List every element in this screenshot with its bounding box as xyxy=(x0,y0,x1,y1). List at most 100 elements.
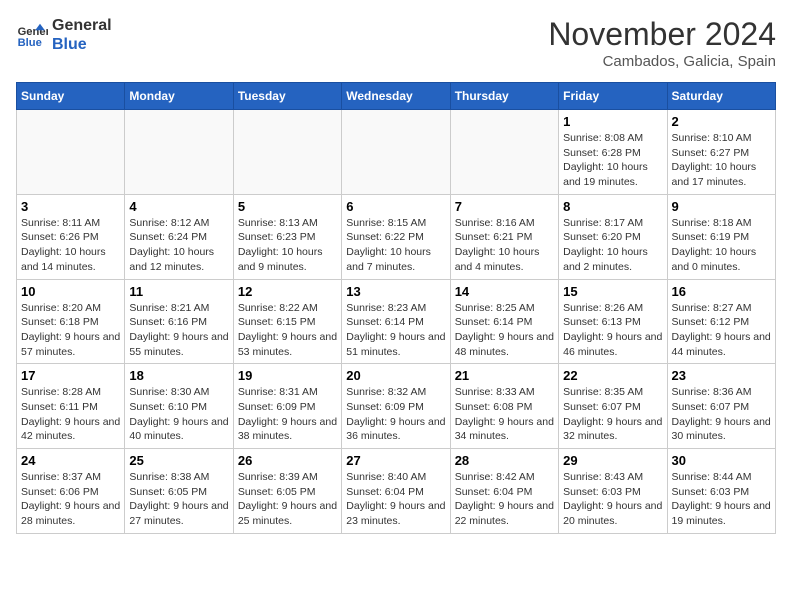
day-info: Sunrise: 8:13 AM Sunset: 6:23 PM Dayligh… xyxy=(238,216,337,275)
location: Cambados, Galicia, Spain xyxy=(548,53,776,70)
day-info: Sunrise: 8:33 AM Sunset: 6:08 PM Dayligh… xyxy=(455,385,554,444)
day-number: 24 xyxy=(21,453,120,468)
day-cell: 5 Sunrise: 8:13 AM Sunset: 6:23 PM Daylig… xyxy=(233,194,341,279)
day-number: 1 xyxy=(563,114,662,129)
day-number: 21 xyxy=(455,368,554,383)
day-number: 27 xyxy=(346,453,445,468)
day-number: 16 xyxy=(672,284,771,299)
page-header: General Blue General Blue November 2024 … xyxy=(16,16,776,70)
day-cell: 7 Sunrise: 8:16 AM Sunset: 6:21 PM Daylig… xyxy=(450,194,558,279)
day-number: 28 xyxy=(455,453,554,468)
week-row-5: 24Sunrise: 8:37 AM Sunset: 6:06 PM Dayli… xyxy=(17,449,776,534)
day-number: 14 xyxy=(455,284,554,299)
day-info: Sunrise: 8:15 AM Sunset: 6:22 PM Dayligh… xyxy=(346,216,445,275)
day-info: Sunrise: 8:38 AM Sunset: 6:05 PM Dayligh… xyxy=(129,470,228,529)
day-info: Sunrise: 8:17 AM Sunset: 6:20 PM Dayligh… xyxy=(563,216,662,275)
day-number: 9 xyxy=(672,199,771,214)
day-info: Sunrise: 8:11 AM Sunset: 6:26 PM Dayligh… xyxy=(21,216,120,275)
svg-text:Blue: Blue xyxy=(18,37,42,49)
weekday-header-row: SundayMondayTuesdayWednesdayThursdayFrid… xyxy=(17,83,776,110)
day-info: Sunrise: 8:35 AM Sunset: 6:07 PM Dayligh… xyxy=(563,385,662,444)
day-cell: 28 Sunrise: 8:42 AM Sunset: 6:04 PM Dayli… xyxy=(450,449,558,534)
day-number: 4 xyxy=(129,199,228,214)
day-info: Sunrise: 8:28 AM Sunset: 6:11 PM Dayligh… xyxy=(21,385,120,444)
day-cell: 25Sunrise: 8:38 AM Sunset: 6:05 PM Dayli… xyxy=(125,449,233,534)
weekday-header-tuesday: Tuesday xyxy=(233,83,341,110)
day-cell: 20 Sunrise: 8:32 AM Sunset: 6:09 PM Dayli… xyxy=(342,364,450,449)
day-info: Sunrise: 8:43 AM Sunset: 6:03 PM Dayligh… xyxy=(563,470,662,529)
day-number: 17 xyxy=(21,368,120,383)
day-cell: 17 Sunrise: 8:28 AM Sunset: 6:11 PM Dayli… xyxy=(17,364,125,449)
day-cell: 27 Sunrise: 8:40 AM Sunset: 6:04 PM Dayli… xyxy=(342,449,450,534)
day-info: Sunrise: 8:36 AM Sunset: 6:07 PM Dayligh… xyxy=(672,385,771,444)
day-cell: 23 Sunrise: 8:36 AM Sunset: 6:07 PM Dayli… xyxy=(667,364,775,449)
day-number: 2 xyxy=(672,114,771,129)
title-block: November 2024 Cambados, Galicia, Spain xyxy=(548,16,776,70)
day-info: Sunrise: 8:32 AM Sunset: 6:09 PM Dayligh… xyxy=(346,385,445,444)
weekday-header-wednesday: Wednesday xyxy=(342,83,450,110)
weekday-header-friday: Friday xyxy=(559,83,667,110)
day-cell xyxy=(342,110,450,195)
weekday-header-monday: Monday xyxy=(125,83,233,110)
day-number: 7 xyxy=(455,199,554,214)
day-number: 19 xyxy=(238,368,337,383)
day-info: Sunrise: 8:40 AM Sunset: 6:04 PM Dayligh… xyxy=(346,470,445,529)
calendar-table: SundayMondayTuesdayWednesdayThursdayFrid… xyxy=(16,82,776,534)
day-cell: 15 Sunrise: 8:26 AM Sunset: 6:13 PM Dayli… xyxy=(559,279,667,364)
weekday-header-sunday: Sunday xyxy=(17,83,125,110)
day-number: 30 xyxy=(672,453,771,468)
day-number: 8 xyxy=(563,199,662,214)
day-info: Sunrise: 8:25 AM Sunset: 6:14 PM Dayligh… xyxy=(455,301,554,360)
day-number: 20 xyxy=(346,368,445,383)
day-cell: 1 Sunrise: 8:08 AM Sunset: 6:28 PM Daylig… xyxy=(559,110,667,195)
day-info: Sunrise: 8:23 AM Sunset: 6:14 PM Dayligh… xyxy=(346,301,445,360)
day-number: 11 xyxy=(129,284,228,299)
day-cell xyxy=(17,110,125,195)
day-cell: 26 Sunrise: 8:39 AM Sunset: 6:05 PM Dayli… xyxy=(233,449,341,534)
svg-text:General: General xyxy=(18,26,48,38)
day-cell: 24Sunrise: 8:37 AM Sunset: 6:06 PM Dayli… xyxy=(17,449,125,534)
day-cell: 19Sunrise: 8:31 AM Sunset: 6:09 PM Dayli… xyxy=(233,364,341,449)
month-title: November 2024 xyxy=(548,16,776,53)
day-cell: 30 Sunrise: 8:44 AM Sunset: 6:03 PM Dayli… xyxy=(667,449,775,534)
day-cell: 4Sunrise: 8:12 AM Sunset: 6:24 PM Daylig… xyxy=(125,194,233,279)
day-info: Sunrise: 8:18 AM Sunset: 6:19 PM Dayligh… xyxy=(672,216,771,275)
day-info: Sunrise: 8:21 AM Sunset: 6:16 PM Dayligh… xyxy=(129,301,228,360)
day-number: 6 xyxy=(346,199,445,214)
day-info: Sunrise: 8:20 AM Sunset: 6:18 PM Dayligh… xyxy=(21,301,120,360)
logo: General Blue General Blue xyxy=(16,16,112,54)
day-cell: 3 Sunrise: 8:11 AM Sunset: 6:26 PM Daylig… xyxy=(17,194,125,279)
day-info: Sunrise: 8:44 AM Sunset: 6:03 PM Dayligh… xyxy=(672,470,771,529)
day-cell: 8 Sunrise: 8:17 AM Sunset: 6:20 PM Daylig… xyxy=(559,194,667,279)
week-row-2: 3 Sunrise: 8:11 AM Sunset: 6:26 PM Daylig… xyxy=(17,194,776,279)
weekday-header-saturday: Saturday xyxy=(667,83,775,110)
day-cell: 18 Sunrise: 8:30 AM Sunset: 6:10 PM Dayli… xyxy=(125,364,233,449)
day-cell: 22 Sunrise: 8:35 AM Sunset: 6:07 PM Dayli… xyxy=(559,364,667,449)
day-number: 23 xyxy=(672,368,771,383)
day-info: Sunrise: 8:26 AM Sunset: 6:13 PM Dayligh… xyxy=(563,301,662,360)
day-info: Sunrise: 8:39 AM Sunset: 6:05 PM Dayligh… xyxy=(238,470,337,529)
day-info: Sunrise: 8:10 AM Sunset: 6:27 PM Dayligh… xyxy=(672,131,771,190)
day-info: Sunrise: 8:42 AM Sunset: 6:04 PM Dayligh… xyxy=(455,470,554,529)
day-cell: 11 Sunrise: 8:21 AM Sunset: 6:16 PM Dayli… xyxy=(125,279,233,364)
day-cell: 13Sunrise: 8:23 AM Sunset: 6:14 PM Dayli… xyxy=(342,279,450,364)
day-number: 18 xyxy=(129,368,228,383)
day-number: 22 xyxy=(563,368,662,383)
day-number: 5 xyxy=(238,199,337,214)
day-number: 15 xyxy=(563,284,662,299)
day-cell xyxy=(125,110,233,195)
day-number: 26 xyxy=(238,453,337,468)
day-info: Sunrise: 8:16 AM Sunset: 6:21 PM Dayligh… xyxy=(455,216,554,275)
day-info: Sunrise: 8:22 AM Sunset: 6:15 PM Dayligh… xyxy=(238,301,337,360)
day-number: 12 xyxy=(238,284,337,299)
day-cell: 21 Sunrise: 8:33 AM Sunset: 6:08 PM Dayli… xyxy=(450,364,558,449)
logo-line2: Blue xyxy=(52,35,112,54)
day-cell xyxy=(450,110,558,195)
day-cell: 14 Sunrise: 8:25 AM Sunset: 6:14 PM Dayli… xyxy=(450,279,558,364)
day-info: Sunrise: 8:30 AM Sunset: 6:10 PM Dayligh… xyxy=(129,385,228,444)
day-cell: 2 Sunrise: 8:10 AM Sunset: 6:27 PM Daylig… xyxy=(667,110,775,195)
day-info: Sunrise: 8:08 AM Sunset: 6:28 PM Dayligh… xyxy=(563,131,662,190)
logo-line1: General xyxy=(52,16,112,35)
day-number: 3 xyxy=(21,199,120,214)
logo-icon: General Blue xyxy=(16,19,48,51)
